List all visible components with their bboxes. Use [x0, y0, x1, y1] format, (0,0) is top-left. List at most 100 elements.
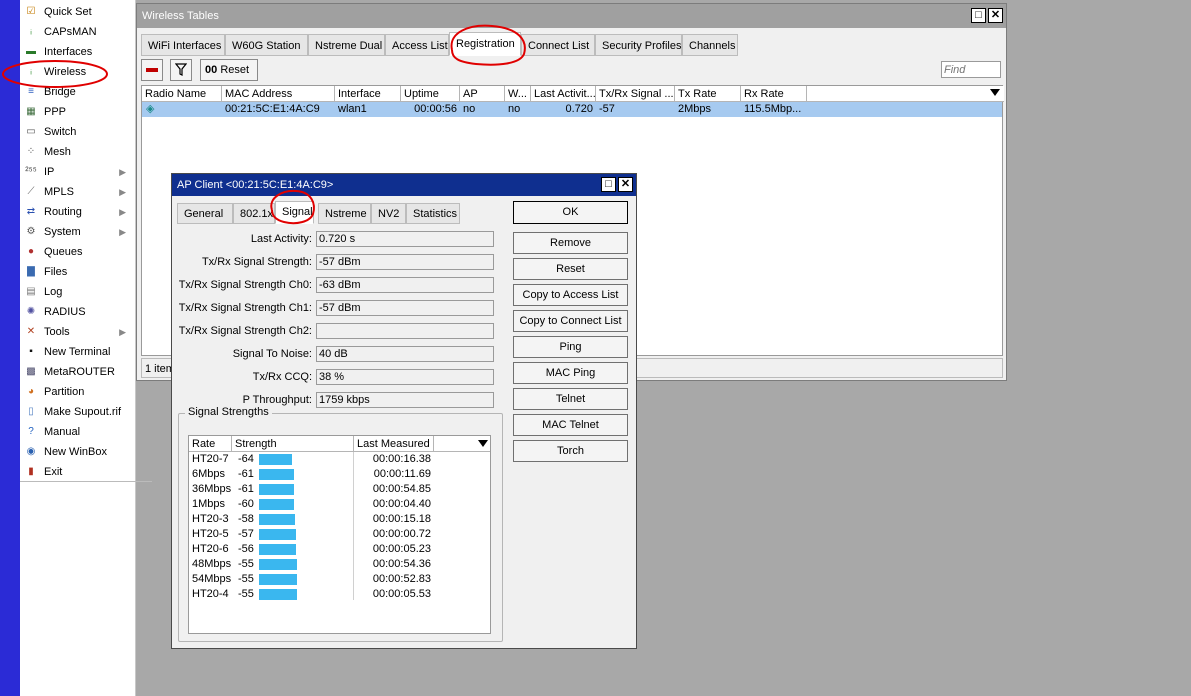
list-item[interactable]: HT20-4 -55 00:00:05.53 [189, 587, 490, 602]
menu-item-wireless[interactable]: ᵢ Wireless [20, 62, 132, 82]
rate: HT20-6 [192, 543, 229, 555]
tab-statistics[interactable]: Statistics [406, 203, 460, 224]
bridge-icon: ≡ [28, 86, 34, 97]
menu-item-partition[interactable]: ◕ Partition [20, 382, 132, 402]
tab-access-list[interactable]: Access List [385, 34, 449, 56]
menu-item-label: Files [44, 266, 68, 278]
list-item[interactable]: 54Mbps -55 00:00:52.83 [189, 572, 490, 587]
tab-registration[interactable]: Registration [449, 32, 521, 56]
menu-item-switch[interactable]: ▭ Switch [20, 122, 132, 142]
column-header[interactable]: Rate [189, 436, 232, 452]
tab-security-profiles[interactable]: Security Profiles [595, 34, 682, 56]
tab-nstreme[interactable]: Nstreme [318, 203, 371, 224]
column-header[interactable]: AP [460, 86, 505, 102]
ap-client-window: AP Client <00:21:5C:E1:4A:C9> □ ✕ Genera… [171, 173, 637, 649]
files-icon: ▇ [27, 266, 35, 277]
tab-nv2[interactable]: NV2 [371, 203, 406, 224]
column-header[interactable]: Tx Rate [675, 86, 741, 102]
column-header[interactable]: Rx Rate [741, 86, 807, 102]
menu-item-ip[interactable]: ²⁵⁵ IP ▶ [20, 162, 132, 182]
menu-item-mpls[interactable]: ⟋ MPLS ▶ [20, 182, 132, 202]
menu-item-capsman[interactable]: ᵢ CAPsMAN [20, 22, 132, 42]
ap-client-titlebar[interactable]: AP Client <00:21:5C:E1:4A:C9> □ ✕ [172, 174, 636, 196]
menu-item-log[interactable]: ▤ Log [20, 282, 132, 302]
mac-telnet-button[interactable]: MAC Telnet [513, 414, 628, 436]
menu-item-manual[interactable]: ? Manual [20, 422, 132, 442]
filter-button[interactable] [170, 59, 192, 81]
reset-counters-button[interactable]: 00 Reset [200, 59, 258, 81]
menu-item-make-supout-rif[interactable]: ▯ Make Supout.rif [20, 402, 132, 422]
strength-value: -55 [238, 558, 254, 570]
column-header[interactable]: Uptime [401, 86, 460, 102]
menu-item-label: PPP [44, 106, 67, 118]
list-item[interactable]: 1Mbps -60 00:00:04.40 [189, 497, 490, 512]
tab-channels[interactable]: Channels [682, 34, 738, 56]
telnet-button[interactable]: Telnet [513, 388, 628, 410]
menu-item-metarouter[interactable]: ▩ MetaROUTER [20, 362, 132, 382]
mac-ping-button[interactable]: MAC Ping [513, 362, 628, 384]
field-value: 38 % [316, 369, 494, 385]
list-item[interactable]: HT20-5 -57 00:00:00.72 [189, 527, 490, 542]
menu-item-interfaces[interactable]: ▬ Interfaces [20, 42, 132, 62]
wireless-toolbar: 00 Reset [137, 56, 1006, 82]
menu-item-ppp[interactable]: ▦ PPP [20, 102, 132, 122]
table-row[interactable]: ◈ 00:21:5C:E1:4A:C9 wlan1 00:00:56 no no 0.720… [142, 102, 1002, 117]
close-icon[interactable]: ✕ [988, 8, 1003, 23]
list-item[interactable]: 48Mbps -55 00:00:54.36 [189, 557, 490, 572]
column-header[interactable]: MAC Address [222, 86, 335, 102]
tab-nstreme-dual[interactable]: Nstreme Dual [308, 34, 385, 56]
column-header[interactable]: Radio Name [142, 86, 222, 102]
tab-w60g-station[interactable]: W60G Station [225, 34, 308, 56]
menu-item-exit[interactable]: ▮ Exit [20, 462, 132, 482]
menu-item-bridge[interactable]: ≡ Bridge [20, 82, 132, 102]
last-measured: 00:00:54.36 [372, 558, 431, 570]
last-measured: 00:00:54.85 [372, 483, 431, 495]
menu-item-routing[interactable]: ⇄ Routing ▶ [20, 202, 132, 222]
tab-signal[interactable]: Signal [275, 201, 314, 224]
reset-button[interactable]: Reset [513, 258, 628, 280]
tab-connect-list[interactable]: Connect List [521, 34, 595, 56]
menu-item-mesh[interactable]: ⁘ Mesh [20, 142, 132, 162]
menu-item-files[interactable]: ▇ Files [20, 262, 132, 282]
column-header[interactable]: Last Activit... [531, 86, 596, 102]
column-header[interactable]: W... [505, 86, 531, 102]
menu-item-new-winbox[interactable]: ◉ New WinBox [20, 442, 132, 462]
copy-to-connect-list-button[interactable]: Copy to Connect List [513, 310, 628, 332]
column-menu-icon[interactable] [990, 89, 1000, 96]
menu-item-queues[interactable]: ● Queues [20, 242, 132, 262]
list-item[interactable]: HT20-7 -64 00:00:16.38 [189, 452, 490, 467]
column-header[interactable]: Interface [335, 86, 401, 102]
menu-item-label: Queues [44, 246, 83, 258]
find-input[interactable] [941, 61, 1001, 78]
torch-button[interactable]: Torch [513, 440, 628, 462]
column-header[interactable]: Last Measured [354, 436, 434, 452]
ping-button[interactable]: Ping [513, 336, 628, 358]
menu-item-radius[interactable]: ✺ RADIUS [20, 302, 132, 322]
ok-button[interactable]: OK [513, 201, 628, 224]
column-header[interactable]: Tx/Rx Signal ... [596, 86, 675, 102]
submenu-arrow-icon: ▶ [119, 207, 126, 217]
menu-item-quick-set[interactable]: ☑ Quick Set [20, 2, 132, 22]
tab-wifi-interfaces[interactable]: WiFi Interfaces [141, 34, 225, 56]
menu-item-tools[interactable]: ✕ Tools ▶ [20, 322, 132, 342]
tab-802-1x[interactable]: 802.1x [233, 203, 275, 224]
maximize-icon[interactable]: □ [971, 8, 986, 23]
copy-to-access-list-button[interactable]: Copy to Access List [513, 284, 628, 306]
menu-item-system[interactable]: ⚙ System ▶ [20, 222, 132, 242]
remove-button[interactable] [141, 59, 163, 81]
list-item[interactable]: 36Mbps -61 00:00:54.85 [189, 482, 490, 497]
menu-item-label: New WinBox [44, 446, 107, 458]
column-header[interactable]: Strength [232, 436, 354, 452]
remove-button[interactable]: Remove [513, 232, 628, 254]
tab-general[interactable]: General [177, 203, 233, 224]
last-measured: 00:00:16.38 [372, 453, 431, 465]
list-item[interactable]: HT20-3 -58 00:00:15.18 [189, 512, 490, 527]
column-menu-icon[interactable] [478, 440, 488, 447]
maximize-icon[interactable]: □ [601, 177, 616, 192]
list-item[interactable]: 6Mbps -61 00:00:11.69 [189, 467, 490, 482]
list-item[interactable]: HT20-6 -56 00:00:05.23 [189, 542, 490, 557]
menu-item-new-terminal[interactable]: ▪ New Terminal [20, 342, 132, 362]
close-icon[interactable]: ✕ [618, 177, 633, 192]
filter-icon [174, 63, 188, 76]
wireless-tables-titlebar[interactable]: Wireless Tables □ ✕ [137, 4, 1006, 28]
